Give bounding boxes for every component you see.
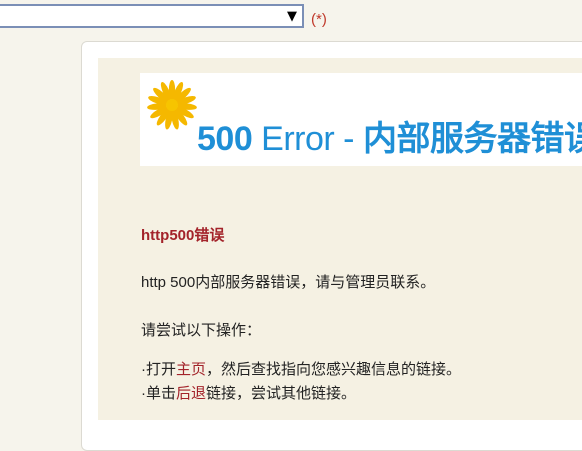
action2-suffix: 链接，尝试其他链接。 bbox=[206, 385, 357, 402]
home-link[interactable]: 主页 bbox=[176, 361, 206, 378]
sunburst-logo-icon bbox=[147, 80, 197, 130]
action-go-back: ·单击后退链接，尝试其他链接。 bbox=[141, 382, 356, 403]
banner-error-code: 500 bbox=[197, 120, 253, 158]
action2-prefix: ·单击 bbox=[141, 385, 176, 402]
error-banner: 500 Error - 内部服务器错误 bbox=[140, 73, 582, 166]
dropdown-select[interactable]: ▼ bbox=[0, 4, 304, 28]
banner-error-title-zh: 内部服务器错误 bbox=[362, 120, 582, 158]
action1-prefix: ·打开 bbox=[141, 361, 176, 378]
banner-title: 500 Error - 内部服务器错误 bbox=[197, 111, 582, 160]
action1-suffix: ，然后查找指向您感兴趣信息的链接。 bbox=[206, 361, 462, 378]
error-heading: http500错误 bbox=[141, 227, 225, 244]
action-open-home: ·打开主页，然后查找指向您感兴趣信息的链接。 bbox=[141, 358, 461, 379]
back-link[interactable]: 后退 bbox=[176, 385, 206, 402]
chevron-down-icon[interactable]: ▼ bbox=[287, 8, 297, 26]
error-description: http 500内部服务器错误，请与管理员联系。 bbox=[141, 274, 436, 291]
banner-error-label: Error - bbox=[252, 120, 363, 158]
required-indicator: (*) bbox=[311, 11, 327, 28]
try-actions-label: 请尝试以下操作： bbox=[141, 322, 262, 339]
